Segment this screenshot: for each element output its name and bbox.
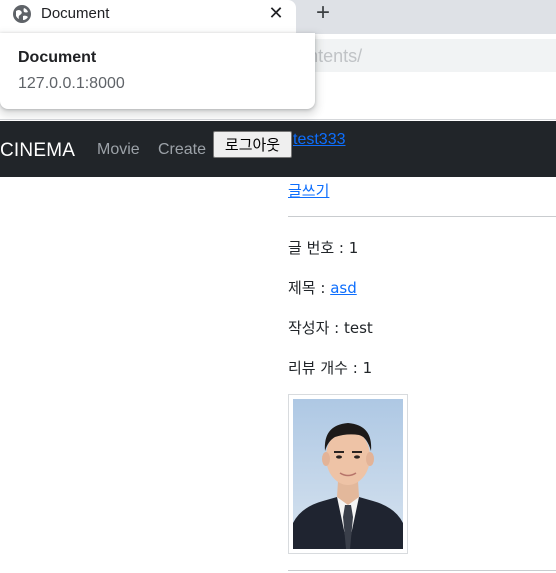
globe-icon [13,5,31,23]
post-author-value: test [344,319,373,337]
review-count-value: 1 [362,359,373,377]
hover-card-title: Document [18,49,97,66]
review-count-row: 리뷰 개수 : 1 [288,357,372,378]
nav-link-movie[interactable]: Movie [97,141,140,159]
post-title-link[interactable]: asd [330,279,357,297]
hover-card-origin: 127.0.0.1:8000 [18,75,125,92]
post-title-label: 제목 : [288,279,331,297]
browser-tab[interactable]: Document ✕ [0,0,296,34]
divider [288,570,556,571]
post-author-label: 작성자 : [288,319,344,337]
username-link[interactable]: test333 [293,131,345,149]
post-number-value: 1 [348,239,359,257]
post-number-row: 글 번호 : 1 [288,237,358,258]
post-title-row: 제목 : asd [288,277,357,298]
site-navbar: CINEMA Movie Create 로그아웃 test333 [0,121,556,177]
portrait-photo [293,399,403,549]
post-author-row: 작성자 : test [288,317,373,338]
brand-logo[interactable]: CINEMA [0,140,75,162]
new-tab-icon[interactable]: + [311,1,335,25]
post-number-label: 글 번호 : [288,239,349,257]
write-post-link[interactable]: 글쓰기 [288,180,329,201]
close-tab-icon[interactable]: ✕ [267,3,285,23]
divider [288,216,556,217]
tab-hover-card: Document 127.0.0.1:8000 [0,33,315,109]
nav-link-create[interactable]: Create [158,141,206,159]
review-count-label: 리뷰 개수 : [288,359,363,377]
post-image-frame [288,394,408,554]
logout-button[interactable]: 로그아웃 [213,131,292,158]
tab-strip: Document ✕ + [0,0,556,34]
tab-title: Document [41,5,110,22]
